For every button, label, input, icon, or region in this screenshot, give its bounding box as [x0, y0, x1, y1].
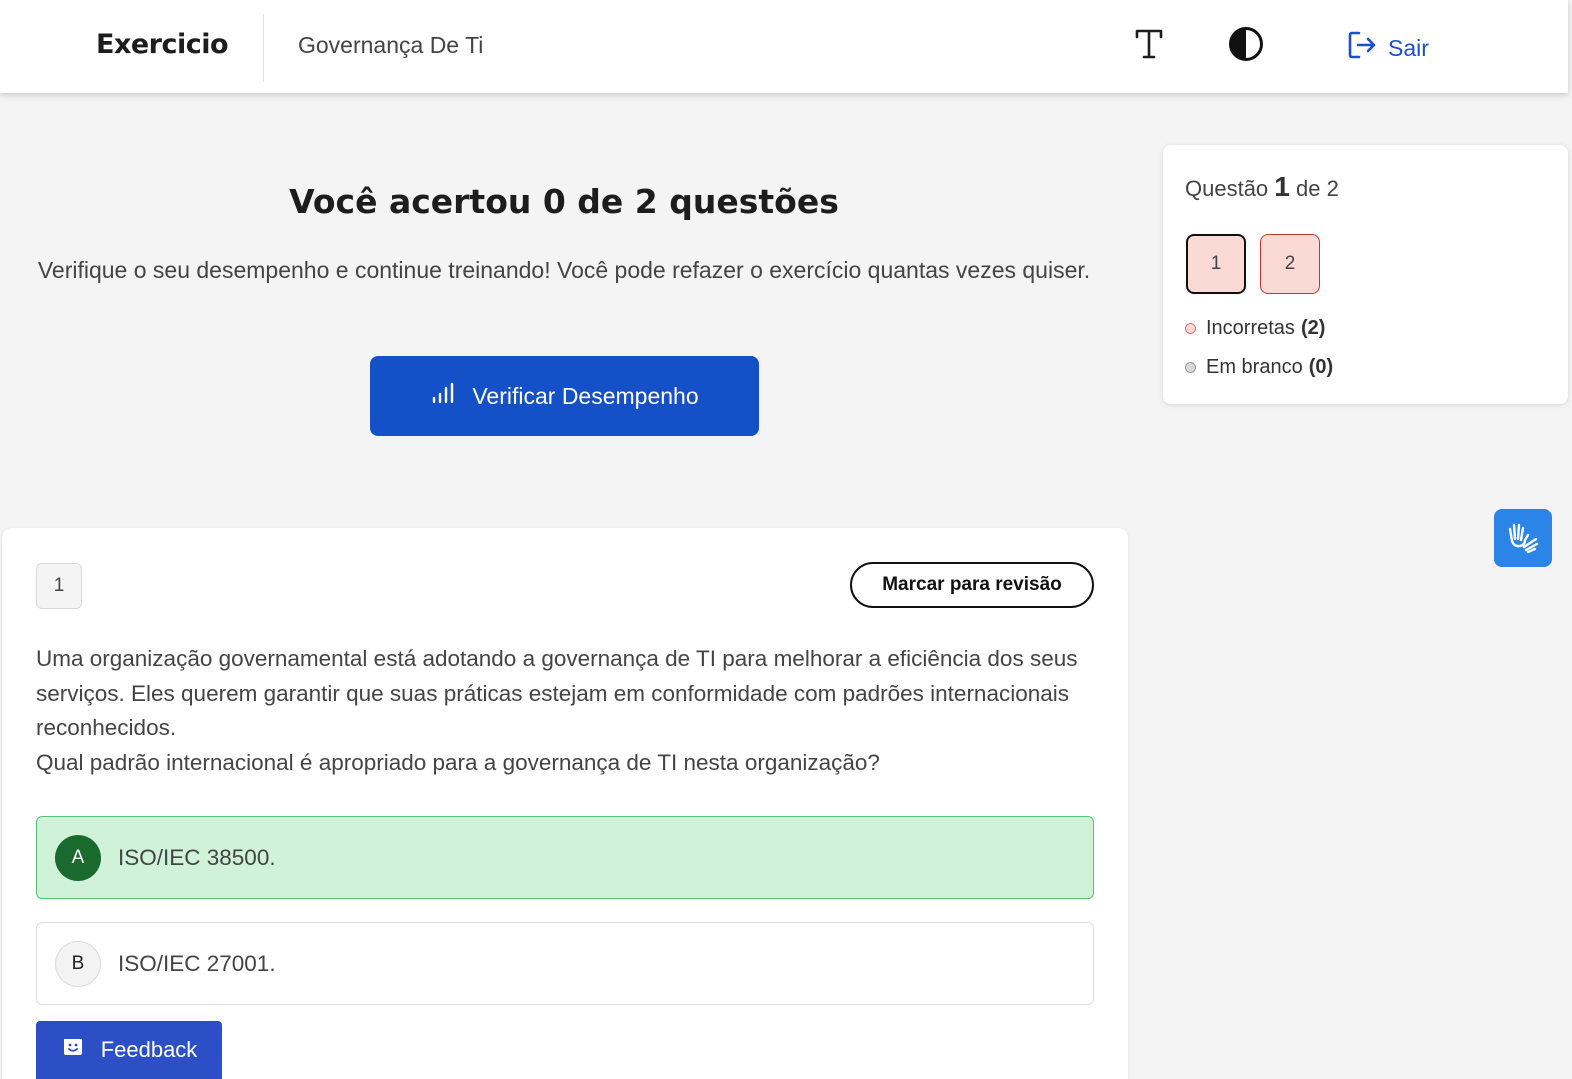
sign-language-button[interactable]	[1494, 509, 1552, 567]
question-statement: Uma organização governamental está adota…	[36, 646, 1078, 740]
progress-suffix: de 2	[1296, 176, 1339, 201]
result-title: Você acertou 0 de 2 questões	[289, 182, 839, 221]
answer-option-b[interactable]: B ISO/IEC 27001.	[36, 922, 1094, 1005]
feedback-label: Feedback	[100, 1037, 198, 1062]
question-progress: Questão 1 de 2	[1185, 171, 1339, 203]
question-card: 1 Marcar para revisão Uma organização go…	[2, 528, 1128, 1079]
nav-question-1[interactable]: 1	[1186, 234, 1246, 294]
question-prompt: Qual padrão internacional é apropriado p…	[36, 749, 880, 775]
legend-count: (2)	[1300, 317, 1326, 339]
question-text: Uma organização governamental está adota…	[36, 642, 1096, 780]
text-size-button[interactable]	[1127, 24, 1171, 68]
progress-prefix: Questão	[1185, 176, 1269, 201]
blank-dot-icon	[1185, 362, 1196, 373]
result-description: Verifique o seu desempenho e continue tr…	[37, 257, 1091, 283]
sign-language-hands-icon	[1504, 517, 1542, 560]
legend-label: Em branco	[1206, 356, 1303, 378]
mark-for-review-button[interactable]: Marcar para revisão	[850, 562, 1094, 608]
legend-label: Incorretas	[1206, 317, 1295, 339]
check-performance-label: Verificar Desempenho	[472, 382, 699, 409]
answer-option-a[interactable]: A ISO/IEC 38500.	[36, 816, 1094, 899]
logout-label: Sair	[1388, 34, 1429, 61]
text-size-icon	[1134, 28, 1164, 65]
incorrect-dot-icon	[1185, 323, 1196, 334]
option-text: ISO/IEC 38500.	[118, 844, 276, 870]
option-letter: A	[55, 834, 101, 881]
feedback-button[interactable]: Feedback	[36, 1021, 222, 1079]
header-divider	[263, 14, 264, 82]
legend-incorrect: Incorretas (2)	[1185, 317, 1325, 340]
nav-question-2[interactable]: 2	[1260, 234, 1320, 294]
smile-face-icon	[61, 1035, 85, 1065]
app-title: Exercicio	[96, 29, 229, 60]
option-text: ISO/IEC 27001.	[118, 950, 276, 976]
question-navigator: Questão 1 de 2 1 2 Incorretas (2) Em bra…	[1163, 145, 1568, 404]
check-performance-button[interactable]: Verificar Desempenho	[370, 356, 759, 436]
course-name: Governança De Ti	[298, 32, 484, 58]
logout-icon	[1346, 29, 1378, 67]
progress-current: 1	[1274, 171, 1290, 202]
bar-chart-icon	[430, 381, 454, 411]
option-letter: B	[55, 940, 101, 987]
contrast-icon	[1228, 26, 1264, 67]
contrast-button[interactable]	[1224, 24, 1268, 68]
legend-count: (0)	[1308, 356, 1334, 378]
question-number-badge: 1	[36, 563, 82, 609]
legend-blank: Em branco (0)	[1185, 356, 1333, 379]
top-header: Exercicio Governança De Ti Sair	[0, 0, 1568, 93]
logout-button[interactable]: Sair	[1346, 29, 1429, 67]
